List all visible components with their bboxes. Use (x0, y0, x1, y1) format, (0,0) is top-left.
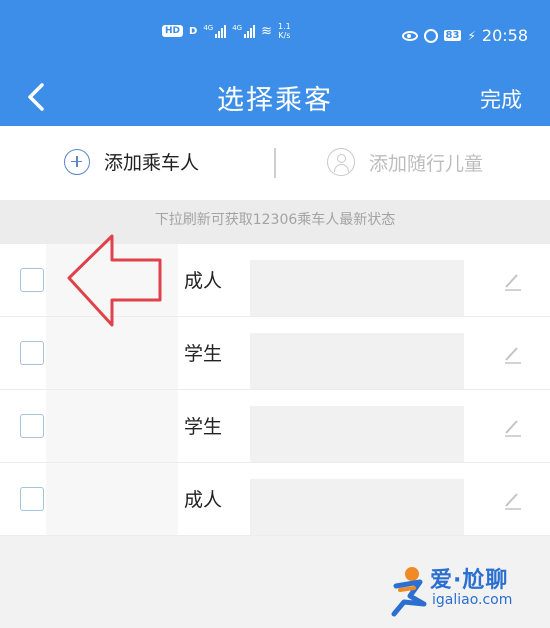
edit-pencil-icon[interactable] (502, 343, 524, 365)
add-adult-label: 添加乘车人 (104, 152, 200, 174)
passenger-type: 学生 (184, 416, 223, 438)
passenger-type: 学生 (184, 343, 223, 365)
navigation-bar: 选择乘客 完成 (0, 68, 550, 126)
redacted-id (250, 333, 464, 389)
signal-tag: 4G (203, 24, 214, 32)
watermark-domain: igaliao.com (432, 592, 513, 608)
alarm-icon (423, 28, 438, 43)
page-title: 选择乘客 (217, 85, 333, 116)
status-right-icons: 83 ⚡ 20:58 (401, 26, 528, 45)
wifi-icon: ≋ (261, 23, 273, 39)
redacted-name (46, 390, 178, 462)
passenger-checkbox[interactable] (20, 414, 44, 438)
signal-icon: 4G (203, 24, 227, 38)
redacted-id (250, 479, 464, 535)
add-child-label: 添加随行儿童 (369, 152, 484, 175)
annotation-arrow-icon (67, 234, 162, 327)
redacted-name (46, 463, 178, 535)
add-adult-button[interactable]: 添加乘车人 (64, 148, 199, 175)
watermark-logo-icon (391, 567, 427, 617)
battery-icon: 83 (443, 30, 462, 41)
edit-pencil-icon[interactable] (502, 416, 524, 438)
clock: 20:58 (481, 26, 528, 45)
status-bar: HD D 4G 4G ≋ 1.1 K/s 83 ⚡ 20:58 (0, 0, 550, 68)
hd-badge: HD (162, 25, 184, 37)
plus-circle-icon (64, 148, 90, 175)
network-speed-value: 1.1 (278, 22, 291, 31)
redacted-id (250, 406, 464, 462)
signal-icon-2: 4G (232, 24, 256, 38)
person-circle-icon (327, 148, 355, 176)
watermark-title: 爱·尬聊 (430, 568, 509, 593)
status-left-icons: HD D 4G 4G ≋ 1.1 K/s (162, 22, 291, 40)
watermark: 爱·尬聊 igaliao.com (390, 562, 542, 622)
divider (274, 148, 276, 178)
network-speed-unit: K/s (278, 31, 291, 40)
passenger-type: 成人 (184, 489, 223, 511)
add-child-button[interactable]: 添加随行儿童 (327, 148, 483, 176)
passenger-checkbox[interactable] (20, 341, 44, 365)
signal-tag-2: 4G (232, 24, 243, 32)
redacted-id (250, 260, 464, 316)
edit-pencil-icon[interactable] (502, 489, 524, 511)
passenger-checkbox[interactable] (20, 268, 44, 292)
done-button[interactable]: 完成 (480, 84, 522, 114)
hd-sub-label: D (189, 25, 198, 37)
passenger-row[interactable]: 成人 (0, 463, 550, 536)
edit-pencil-icon[interactable] (502, 270, 524, 292)
passenger-row[interactable]: 学生 (0, 390, 550, 463)
passenger-type: 成人 (184, 270, 223, 292)
eye-comfort-icon (401, 30, 418, 41)
add-passenger-bar: 添加乘车人 添加随行儿童 (0, 126, 550, 200)
charging-icon: ⚡ (467, 28, 476, 43)
network-speed: 1.1 K/s (278, 22, 291, 40)
passenger-checkbox[interactable] (20, 487, 44, 511)
